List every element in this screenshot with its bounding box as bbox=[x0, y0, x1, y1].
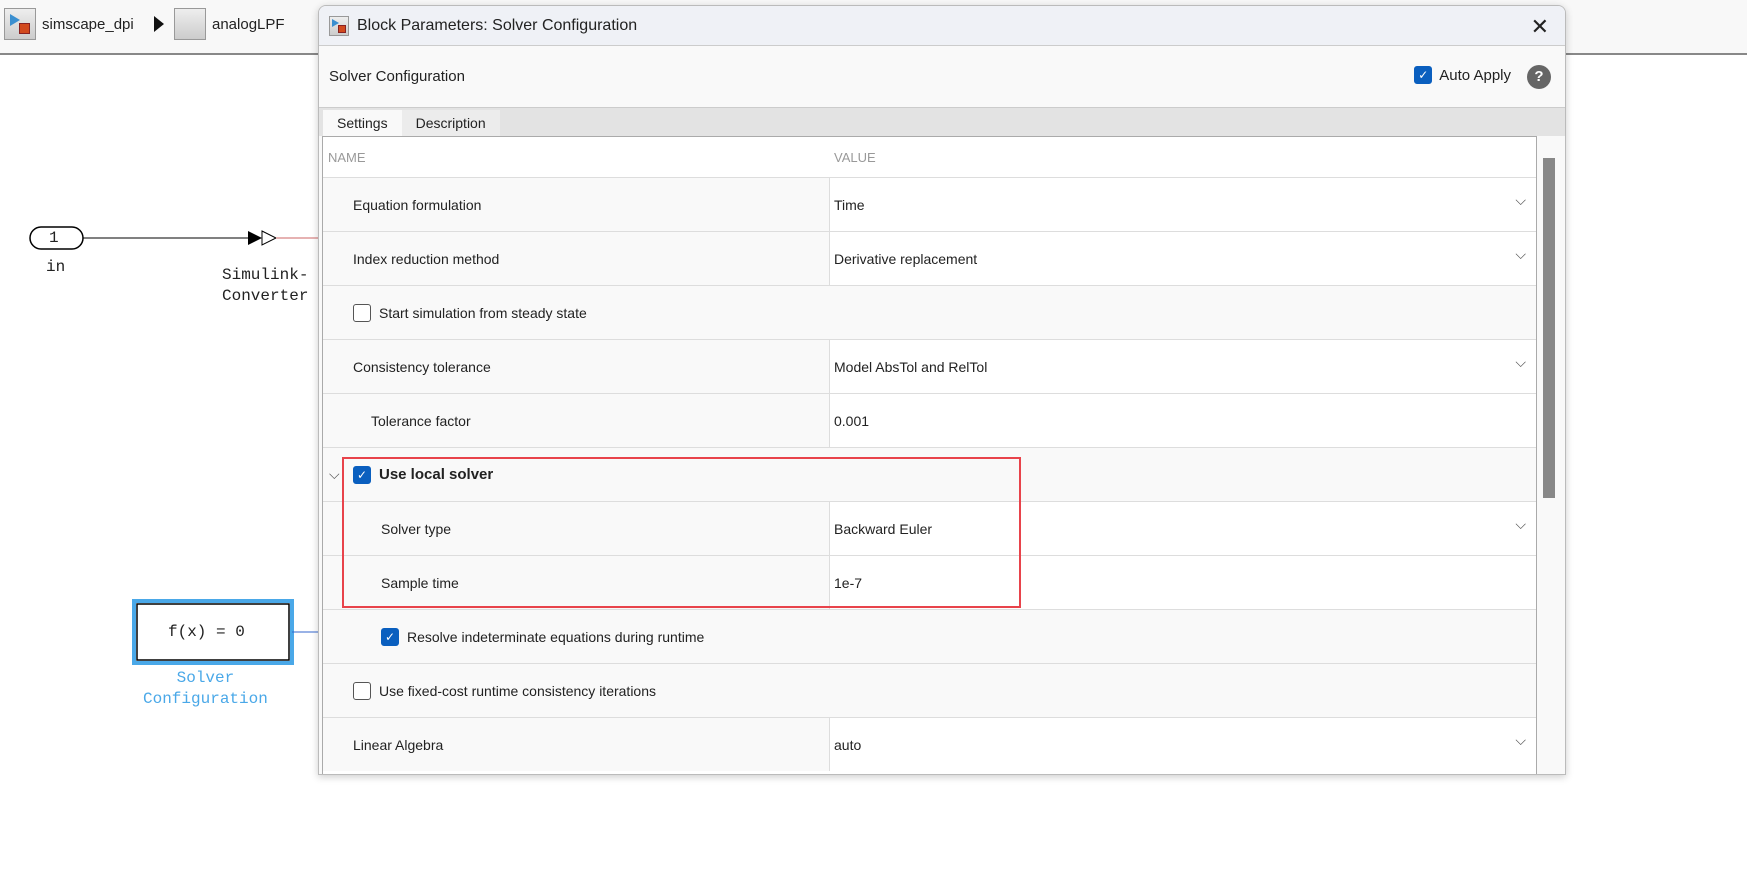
highlight-box bbox=[342, 457, 1021, 608]
column-value: VALUE bbox=[834, 149, 876, 165]
auto-apply-checkbox[interactable]: ✓ Auto Apply bbox=[1414, 66, 1511, 84]
vertical-scrollbar[interactable] bbox=[1543, 158, 1555, 498]
converter-label: Simulink- Converter bbox=[222, 266, 309, 305]
param-label: Index reduction method bbox=[353, 250, 500, 267]
help-icon[interactable]: ? bbox=[1527, 65, 1551, 89]
param-label: Consistency tolerance bbox=[353, 358, 491, 375]
row-steady-state: Start simulation from steady state bbox=[323, 285, 1536, 339]
check-icon[interactable]: ✓ bbox=[1414, 66, 1433, 84]
solver-block-text[interactable]: f(x) = 0 bbox=[168, 623, 245, 641]
fixed-cost-checkbox[interactable] bbox=[353, 681, 371, 700]
close-icon[interactable]: ✕ bbox=[1531, 14, 1549, 40]
equation-formulation-dropdown[interactable]: Time bbox=[829, 178, 1536, 231]
param-label: Start simulation from steady state bbox=[379, 304, 587, 321]
steady-state-checkbox[interactable] bbox=[353, 303, 371, 322]
row-consistency-tolerance: Consistency tolerance Model AbsTol and Re… bbox=[323, 339, 1536, 393]
linear-algebra-dropdown[interactable]: auto bbox=[829, 718, 1536, 771]
inport-label: in bbox=[46, 258, 66, 276]
tab-settings[interactable]: Settings bbox=[323, 110, 402, 136]
tolerance-factor-input[interactable]: 0.001 bbox=[829, 394, 1536, 447]
consistency-tolerance-dropdown[interactable]: Model AbsTol and RelTol bbox=[829, 340, 1536, 393]
tab-description[interactable]: Description bbox=[401, 110, 500, 136]
auto-apply-label: Auto Apply bbox=[1439, 66, 1511, 84]
param-label: Use fixed-cost runtime consistency itera… bbox=[379, 682, 656, 699]
block-name: Solver Configuration bbox=[329, 68, 465, 85]
param-label: Equation formulation bbox=[353, 196, 482, 213]
param-label: Linear Algebra bbox=[353, 736, 444, 753]
row-fixed-cost: Use fixed-cost runtime consistency itera… bbox=[323, 663, 1536, 717]
row-equation-formulation: Equation formulation Time bbox=[323, 177, 1536, 231]
arrow-head bbox=[248, 231, 262, 245]
inport-number: 1 bbox=[49, 229, 59, 247]
index-reduction-dropdown[interactable]: Derivative replacement bbox=[829, 232, 1536, 285]
param-label: Tolerance factor bbox=[371, 412, 471, 429]
row-resolve-indeterminate: ✓ Resolve indeterminate equations during … bbox=[323, 609, 1536, 663]
param-label: Resolve indeterminate equations during r… bbox=[407, 628, 705, 645]
dialog-header: Solver Configuration ✓ Auto Apply ? bbox=[319, 46, 1565, 108]
row-linear-algebra: Linear Algebra auto bbox=[323, 717, 1536, 771]
block-icon bbox=[329, 15, 349, 36]
dialog-title: Block Parameters: Solver Configuration bbox=[357, 16, 638, 34]
column-name: NAME bbox=[328, 149, 366, 165]
solver-block-label: Solver Configuration bbox=[143, 669, 268, 708]
parameters-table: NAME VALUE Equation formulation Time Index… bbox=[322, 136, 1537, 774]
block-parameters-dialog: Block Parameters: Solver Configuration ✕… bbox=[318, 5, 1566, 775]
row-tolerance-factor: Tolerance factor 0.001 bbox=[323, 393, 1536, 447]
resolve-indeterminate-checkbox[interactable]: ✓ bbox=[381, 627, 399, 646]
dialog-titlebar: Block Parameters: Solver Configuration ✕ bbox=[319, 6, 1565, 46]
row-index-reduction: Index reduction method Derivative replace… bbox=[323, 231, 1536, 285]
converter-block bbox=[261, 230, 278, 246]
